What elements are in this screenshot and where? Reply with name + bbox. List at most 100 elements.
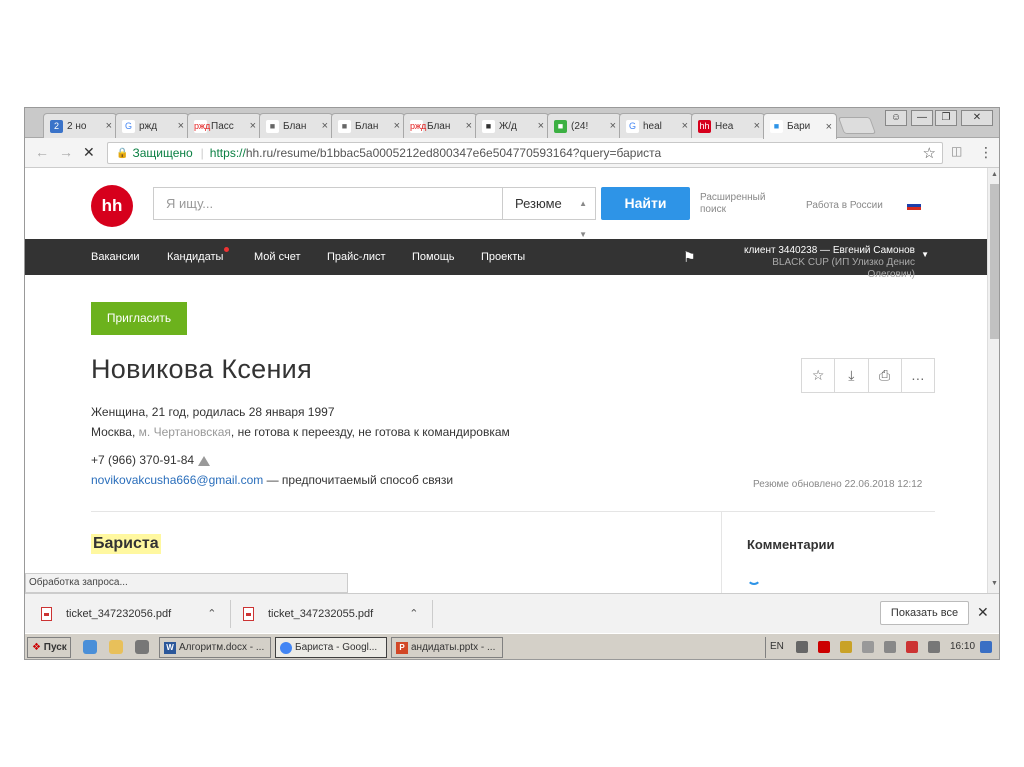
menu-kebab-icon[interactable]: ⋮: [979, 144, 993, 161]
volume-icon[interactable]: [928, 641, 940, 653]
taskbar-task[interactable]: W Алгоритм.docx - ...: [159, 637, 271, 658]
metro-station: м. Чертановская: [138, 425, 231, 439]
invite-button[interactable]: Пригласить: [91, 302, 187, 335]
signal-icon[interactable]: [884, 641, 896, 653]
favicon-icon: G: [626, 119, 639, 133]
close-tab-icon[interactable]: ×: [538, 120, 544, 132]
close-tab-icon[interactable]: ×: [106, 120, 112, 132]
minimize-button[interactable]: —: [911, 110, 933, 126]
address-bar[interactable]: 🔒 Защищено | https://hh.ru/resume/b1bbac…: [107, 142, 943, 164]
web-page: hh Я ищу... Резюме ▲ ▼ Найти Расширенный п…: [25, 168, 987, 593]
network-icon[interactable]: [796, 641, 808, 653]
find-button[interactable]: Найти: [601, 187, 690, 220]
menu-help[interactable]: Помощь: [412, 239, 455, 275]
stop-loading-icon[interactable]: ✕: [83, 144, 95, 161]
chevron-up-icon[interactable]: ⌃: [207, 602, 216, 626]
close-tab-icon[interactable]: ×: [466, 120, 472, 132]
browser-tab[interactable]: ■ (24! ×: [547, 113, 621, 138]
main-menu: Вакансии Кандидаты Мой счет Прайс-лист П…: [25, 239, 987, 280]
scroll-down-icon[interactable]: ▼: [991, 580, 998, 587]
url-text[interactable]: https://hh.ru/resume/b1bbac5a0005212ed80…: [210, 146, 661, 160]
scroll-thumb[interactable]: [990, 184, 999, 339]
device-icon[interactable]: [862, 641, 874, 653]
divider: [91, 511, 935, 512]
browser-tab[interactable]: Gржд ×: [115, 113, 189, 138]
browser-tab[interactable]: ■ Бари ×: [763, 113, 837, 139]
browser-tab[interactable]: ■ Блан ×: [259, 113, 333, 138]
tab-label: Пасс: [211, 120, 234, 132]
browser-tab[interactable]: ржд Блан ×: [403, 113, 477, 138]
loading-spinner-icon: [747, 571, 761, 585]
back-icon[interactable]: ←: [35, 144, 49, 160]
extension-icon[interactable]: ◫: [951, 144, 962, 158]
no-sound-icon[interactable]: [906, 641, 918, 653]
menu-projects[interactable]: Проекты: [481, 239, 525, 275]
forward-icon[interactable]: →: [59, 144, 73, 160]
russia-flag-icon[interactable]: [907, 201, 921, 210]
desktop-icon[interactable]: [980, 641, 992, 653]
favicon-icon: hh: [698, 119, 711, 133]
favorite-star-icon[interactable]: ☆: [802, 359, 836, 392]
flag-icon[interactable]: ⚑: [683, 249, 696, 266]
media-icon[interactable]: [135, 640, 149, 654]
menu-account[interactable]: Мой счет: [254, 239, 301, 275]
browser-tab[interactable]: ■ Блан ×: [331, 113, 405, 138]
position-title: Бариста: [91, 534, 161, 554]
resume-updated: Резюме обновлено 22.06.2018 12:12: [753, 479, 923, 490]
antivirus-icon[interactable]: [818, 641, 830, 653]
start-button[interactable]: ❖ Пуск: [27, 637, 71, 658]
client-account-menu[interactable]: клиент 3440238 — Евгений Самонов BLACK C…: [725, 245, 929, 281]
show-all-button[interactable]: Показать все: [880, 601, 969, 625]
address-bar-row: ← → ✕ 🔒 Защищено | https://hh.ru/resume/…: [25, 138, 999, 168]
bookmark-star-icon[interactable]: ☆: [923, 144, 936, 162]
close-tab-icon[interactable]: ×: [322, 120, 328, 132]
close-tab-icon[interactable]: ×: [250, 120, 256, 132]
menu-vacancies[interactable]: Вакансии: [91, 239, 140, 275]
email-link[interactable]: novikovakcusha666@gmail.com: [91, 473, 263, 487]
close-tab-icon[interactable]: ×: [682, 120, 688, 132]
tab-label: Ж/д: [499, 120, 517, 132]
ie-icon[interactable]: [83, 640, 97, 654]
new-tab-button[interactable]: [837, 117, 877, 134]
browser-tab[interactable]: ■ Ж/д ×: [475, 113, 549, 138]
close-icon[interactable]: ✕: [977, 604, 989, 621]
phone-info: +7 (966) 370-91-84: [91, 453, 211, 467]
print-icon[interactable]: ⎙: [869, 359, 902, 392]
menu-candidates[interactable]: Кандидаты: [167, 239, 230, 275]
browser-tab[interactable]: hh Hea ×: [691, 113, 765, 138]
download-item[interactable]: ticket_347232055.pdf ⌃: [243, 602, 418, 626]
close-tab-icon[interactable]: ×: [394, 120, 400, 132]
close-tab-icon[interactable]: ×: [178, 120, 184, 132]
folder-icon[interactable]: [109, 640, 123, 654]
browser-tab[interactable]: ржд Пасс ×: [187, 113, 261, 138]
download-item[interactable]: ticket_347232056.pdf ⌃: [41, 602, 216, 626]
close-tab-icon[interactable]: ×: [754, 120, 760, 132]
vertical-scrollbar[interactable]: ▲ ▼: [987, 168, 999, 593]
more-icon[interactable]: …: [902, 359, 934, 392]
pdf-icon: [243, 607, 254, 621]
work-in-russia-link[interactable]: Работа в России: [806, 200, 883, 211]
language-indicator[interactable]: EN: [770, 641, 784, 652]
menu-pricelist[interactable]: Прайс-лист: [327, 239, 386, 275]
search-input[interactable]: Я ищу...: [153, 187, 503, 220]
search-type-select[interactable]: Резюме ▲ ▼: [503, 187, 596, 239]
favicon-icon: 2: [50, 119, 63, 133]
advanced-search-link[interactable]: Расширенный поиск: [700, 192, 770, 216]
favicon-icon: G: [122, 119, 135, 133]
tool-icon[interactable]: [840, 641, 852, 653]
profile-button[interactable]: ☺: [885, 110, 907, 126]
close-tab-icon[interactable]: ×: [610, 120, 616, 132]
browser-tab[interactable]: 2 2 но ×: [43, 113, 117, 138]
close-tab-icon[interactable]: ×: [826, 121, 832, 133]
taskbar-task[interactable]: Pандидаты.pptx - ...: [391, 637, 503, 658]
tab-label: (24!: [571, 120, 589, 132]
taskbar-task[interactable]: Бариста - Googl...: [275, 637, 387, 658]
favicon-icon: ■: [266, 119, 279, 133]
close-window-button[interactable]: ✕: [961, 110, 993, 126]
download-icon[interactable]: ⤓: [835, 359, 869, 392]
hh-logo[interactable]: hh: [91, 185, 133, 227]
chevron-up-icon[interactable]: ⌃: [409, 602, 418, 626]
browser-tab[interactable]: Gheal ×: [619, 113, 693, 138]
restore-button[interactable]: ❐: [935, 110, 957, 126]
scroll-up-icon[interactable]: ▲: [991, 171, 998, 178]
